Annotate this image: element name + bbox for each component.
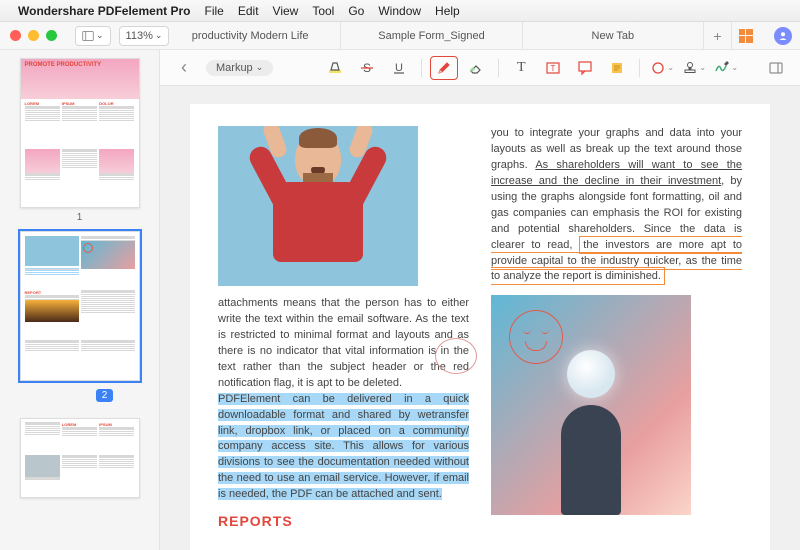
pencil-tool[interactable] bbox=[430, 56, 458, 80]
minimize-window-icon[interactable] bbox=[28, 30, 39, 41]
markup-dropdown[interactable]: Markup⌄ bbox=[206, 60, 273, 76]
signature-tool[interactable]: ⌄ bbox=[712, 56, 740, 80]
thumb-label-2: 2 bbox=[96, 389, 114, 402]
thumb-label-1: 1 bbox=[8, 212, 151, 223]
right-column: you to integrate your graphs and data in… bbox=[491, 126, 742, 550]
highlight-tool[interactable] bbox=[321, 56, 349, 80]
window-controls bbox=[10, 30, 57, 41]
title-bar: ⌄ 113% ⌄ productivity Modern Life Sample… bbox=[0, 22, 800, 50]
document-viewport[interactable]: attachments means that the person has to… bbox=[160, 86, 800, 550]
menu-file[interactable]: File bbox=[205, 4, 224, 18]
smile-annotation[interactable] bbox=[509, 310, 563, 364]
sidebar-toggle-button[interactable]: ⌄ bbox=[75, 26, 111, 46]
page-thumbnail-1[interactable]: PROMOTE PRODUCTIVITY LOREMIPSUMDOLOR bbox=[20, 58, 140, 208]
menu-tool[interactable]: Tool bbox=[312, 4, 334, 18]
tab-new[interactable]: New Tab bbox=[523, 22, 704, 49]
reports-heading: REPORTS bbox=[218, 511, 469, 531]
circle-annotation[interactable] bbox=[435, 338, 477, 374]
menu-window[interactable]: Window bbox=[378, 4, 421, 18]
user-avatar[interactable] bbox=[774, 27, 792, 45]
tab-grid-button[interactable] bbox=[732, 22, 760, 49]
secondary-photo bbox=[491, 295, 691, 515]
hero-photo bbox=[218, 126, 418, 286]
left-para-2-highlighted: PDFElement can be delivered in a quick d… bbox=[218, 393, 469, 501]
zoom-value: 113% bbox=[126, 30, 153, 42]
left-column: attachments means that the person has to… bbox=[218, 126, 469, 550]
left-para-1: attachments means that the person has to… bbox=[218, 297, 469, 389]
menu-edit[interactable]: Edit bbox=[238, 4, 259, 18]
panel-toggle-button[interactable] bbox=[762, 56, 790, 80]
thumbnails-sidebar: PROMOTE PRODUCTIVITY LOREMIPSUMDOLOR 1 R… bbox=[0, 50, 160, 550]
textbox-tool[interactable]: T bbox=[539, 56, 567, 80]
close-window-icon[interactable] bbox=[10, 30, 21, 41]
strikethrough-tool[interactable]: S bbox=[353, 56, 381, 80]
tab-productivity[interactable]: productivity Modern Life bbox=[160, 22, 341, 49]
underline-tool[interactable]: U bbox=[385, 56, 413, 80]
hand-graphic bbox=[561, 405, 621, 515]
shape-tool[interactable]: ⌄ bbox=[648, 56, 676, 80]
menu-view[interactable]: View bbox=[273, 4, 299, 18]
svg-text:T: T bbox=[551, 64, 556, 73]
sticky-note-tool[interactable] bbox=[603, 56, 631, 80]
callout-tool[interactable] bbox=[571, 56, 599, 80]
tab-sample-form[interactable]: Sample Form_Signed bbox=[341, 22, 522, 49]
stamp-tool[interactable]: ⌄ bbox=[680, 56, 708, 80]
page-thumbnail-3[interactable]: LOREMIPSUM bbox=[20, 418, 140, 498]
fullscreen-window-icon[interactable] bbox=[46, 30, 57, 41]
menu-go[interactable]: Go bbox=[348, 4, 364, 18]
lightbulb-graphic bbox=[567, 350, 615, 398]
menu-help[interactable]: Help bbox=[435, 4, 460, 18]
text-tool[interactable]: T bbox=[507, 56, 535, 80]
back-button[interactable]: ‹ bbox=[170, 56, 198, 80]
menubar: Wondershare PDFelement Pro File Edit Vie… bbox=[0, 0, 800, 22]
app-name[interactable]: Wondershare PDFelement Pro bbox=[18, 4, 191, 18]
page-thumbnail-2[interactable]: REPORT bbox=[20, 231, 140, 381]
eraser-tool[interactable] bbox=[462, 56, 490, 80]
svg-text:U: U bbox=[395, 62, 403, 74]
annotation-toolbar: ‹ Markup⌄ S U T T ⌄ ⌄ ⌄ bbox=[160, 50, 800, 86]
new-tab-button[interactable]: + bbox=[704, 22, 732, 49]
page-content: attachments means that the person has to… bbox=[190, 104, 770, 550]
